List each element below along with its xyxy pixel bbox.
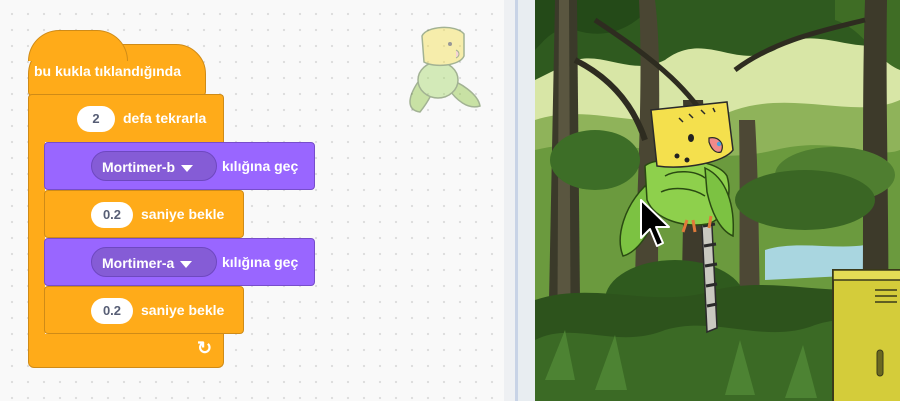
repeat-block-footer: ↻: [28, 334, 224, 368]
switch-costume-block-2[interactable]: Mortimer-a kılığına geç: [44, 238, 315, 286]
costume-dropdown-1[interactable]: Mortimer-b: [91, 151, 217, 181]
switch-costume-label-1: kılığına geç: [222, 158, 299, 174]
stage-gutter: [518, 0, 535, 401]
repeat-label: defa tekrarla: [123, 110, 207, 126]
repeat-block[interactable]: 2 defa tekrarla: [28, 94, 224, 142]
parakeet-sprite[interactable]: [615, 96, 755, 336]
costume-dropdown-2-value: Mortimer-a: [102, 255, 175, 271]
loop-arrow-icon: ↻: [197, 338, 213, 358]
hat-block-cap: [28, 30, 128, 61]
wait-block-2[interactable]: 0.2 saniye bekle: [44, 286, 244, 334]
stage[interactable]: [535, 0, 900, 401]
chevron-down-icon: [180, 260, 193, 268]
costume-dropdown-1-value: Mortimer-b: [102, 159, 176, 175]
wait-block-1[interactable]: 0.2 saniye bekle: [44, 190, 244, 238]
switch-costume-block-1[interactable]: Mortimer-b kılığına geç: [44, 142, 315, 190]
hat-block-label: bu kukla tıklandığında: [34, 63, 182, 79]
code-area[interactable]: bu kukla tıklandığında 2 defa tekrarla ↻…: [0, 0, 515, 401]
mouse-pointer-icon: [640, 199, 670, 247]
wait-seconds-input-1[interactable]: 0.2: [91, 202, 133, 228]
costume-dropdown-2[interactable]: Mortimer-a: [91, 247, 217, 277]
wait-label-1: saniye bekle: [141, 206, 225, 222]
wait-label-2: saniye bekle: [141, 302, 225, 318]
repeat-count-input[interactable]: 2: [77, 106, 115, 132]
code-area-scrollbar[interactable]: [504, 0, 515, 401]
chevron-down-icon: [181, 164, 194, 172]
switch-costume-label-2: kılığına geç: [222, 254, 299, 270]
wait-seconds-input-2[interactable]: 0.2: [91, 298, 133, 324]
sprite-thumbnail: [409, 26, 481, 113]
repeat-block-arm: [28, 140, 45, 340]
